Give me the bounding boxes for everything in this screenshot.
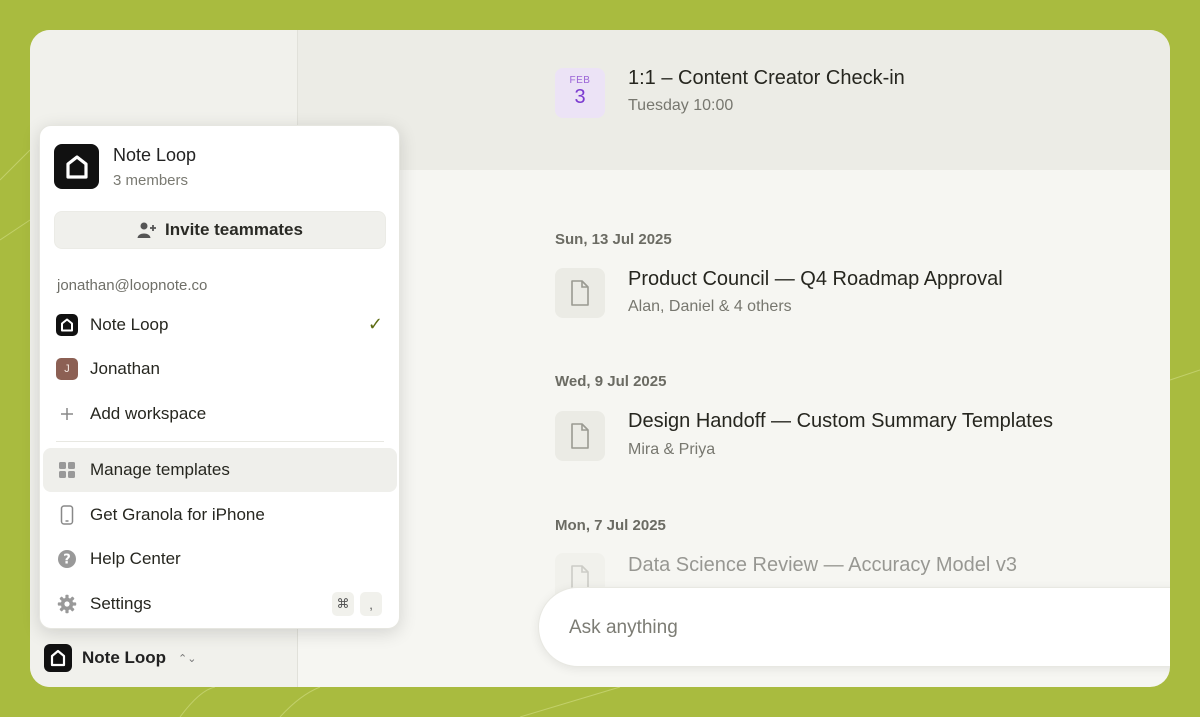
workspace-item-note-loop[interactable]: Note Loop ✓ [43, 303, 397, 347]
workspace-item-label: Note Loop [90, 315, 169, 334]
calendar-date-icon: FEB 3 [555, 68, 605, 118]
gear-icon [56, 593, 78, 615]
help-icon: ? [56, 548, 78, 570]
meeting-title[interactable]: Data Science Review — Accuracy Model v3 [628, 554, 1017, 577]
date-heading: Wed, 9 Jul 2025 [555, 373, 667, 390]
avatar-initial: J [56, 358, 78, 380]
menu-item-label: Manage templates [90, 460, 230, 479]
phone-icon [56, 504, 78, 526]
get-iphone-app-item[interactable]: Get Granola for iPhone [43, 493, 397, 537]
comma-key: , [360, 592, 382, 616]
command-key: ⌘ [332, 592, 354, 616]
ask-placeholder: Ask anything [569, 617, 678, 638]
checkmark-icon: ✓ [367, 314, 383, 334]
meeting-title[interactable]: Design Handoff — Custom Summary Template… [628, 410, 1053, 433]
svg-text:?: ? [63, 553, 71, 568]
calendar-month: FEB [569, 75, 591, 86]
settings-item[interactable]: Settings ⌘ , [43, 582, 397, 626]
workspace-switcher[interactable]: Note Loop ⌃⌄ [44, 644, 196, 672]
invite-teammates-button[interactable]: Invite teammates [54, 211, 386, 249]
menu-item-label: Help Center [90, 549, 181, 568]
menu-item-label: Settings [90, 594, 152, 613]
workspace-name: Note Loop [82, 648, 167, 667]
event-time: Tuesday 10:00 [628, 97, 734, 114]
date-heading: Sun, 13 Jul 2025 [555, 231, 672, 248]
keyboard-shortcut: ⌘ , [326, 592, 382, 616]
event-title[interactable]: 1:1 – Content Creator Check-in [628, 67, 905, 90]
menu-item-label: Get Granola for iPhone [90, 505, 265, 524]
avatar: J [56, 358, 78, 380]
workspace-logo-icon [44, 644, 72, 672]
document-icon [555, 411, 605, 461]
calendar-day: 3 [574, 86, 586, 108]
workspace-item-label: Jonathan [90, 359, 160, 378]
add-workspace-label: Add workspace [90, 404, 207, 423]
menu-divider [56, 441, 384, 442]
document-icon [555, 268, 605, 318]
workspace-logo-icon [56, 314, 78, 336]
invite-label: Invite teammates [165, 220, 303, 239]
help-center-item[interactable]: ? Help Center [43, 537, 397, 581]
meeting-attendees: Mira & Priya [628, 441, 716, 458]
plus-icon [56, 403, 78, 425]
account-email: jonathan@loopnote.co [57, 277, 208, 294]
workspace-menu-popup: Note Loop 3 members Invite teammates jon… [39, 125, 400, 629]
add-workspace-button[interactable]: Add workspace [43, 392, 397, 436]
workspace-item-jonathan[interactable]: J Jonathan [43, 347, 397, 391]
date-heading: Mon, 7 Jul 2025 [555, 517, 666, 534]
workspace-logo-icon [54, 144, 99, 189]
popup-header: Note Loop 3 members [54, 144, 196, 189]
meeting-attendees: Alan, Daniel & 4 others [628, 298, 792, 315]
manage-templates-item[interactable]: Manage templates [43, 448, 397, 492]
main-content: FEB 3 1:1 – Content Creator Check-in Tue… [298, 30, 1170, 687]
chevron-updown-icon: ⌃⌄ [178, 652, 197, 665]
upcoming-events: FEB 3 1:1 – Content Creator Check-in Tue… [298, 30, 1170, 170]
popup-workspace-name: Note Loop [113, 144, 197, 165]
grid-icon [56, 459, 78, 481]
add-user-icon [137, 222, 157, 238]
meeting-title[interactable]: Product Council — Q4 Roadmap Approval [628, 268, 1003, 291]
ask-input[interactable]: Ask anything [538, 587, 1170, 667]
member-count: 3 members [113, 171, 189, 189]
